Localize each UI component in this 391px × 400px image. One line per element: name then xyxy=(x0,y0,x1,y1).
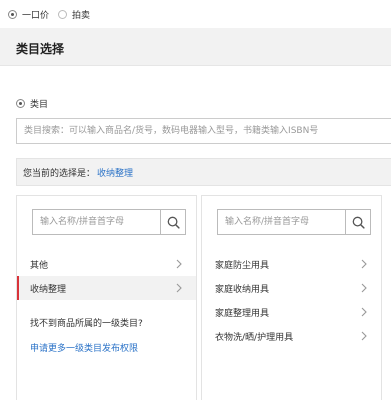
chevron-right-icon xyxy=(361,259,367,269)
fixed-price-option[interactable]: 一口价 xyxy=(8,8,49,21)
chevron-right-icon xyxy=(361,307,367,317)
magnifier-icon xyxy=(167,216,180,229)
page-title: 类目选择 xyxy=(16,42,65,56)
magnifier-icon xyxy=(352,216,365,229)
current-selection-prefix: 您当前的选择是： xyxy=(23,168,96,179)
category-mode-option[interactable]: 类目 xyxy=(16,97,48,110)
level1-search-button[interactable] xyxy=(160,210,185,234)
sale-type-radio-group: 一口价 拍卖 xyxy=(8,8,99,21)
level1-item-storage[interactable]: 收纳整理 xyxy=(17,276,196,300)
category-search-box xyxy=(16,118,391,144)
category-search-input[interactable] xyxy=(17,119,391,143)
list-item-label: 衣物洗/晒/护理用具 xyxy=(215,332,294,343)
level2-search-button[interactable] xyxy=(345,210,370,234)
chevron-right-icon xyxy=(176,283,182,293)
list-item-label: 家庭收纳用具 xyxy=(215,284,270,295)
category-mode-radio[interactable] xyxy=(16,99,25,108)
chevron-right-icon xyxy=(176,259,182,269)
auction-option[interactable]: 拍卖 xyxy=(58,8,90,21)
level1-category-list: 其他 收纳整理 xyxy=(17,252,196,300)
level2-search-box xyxy=(217,209,371,235)
level1-search-box xyxy=(32,209,186,235)
level2-search-input[interactable] xyxy=(218,210,345,234)
current-selection-value[interactable]: 收纳整理 xyxy=(97,166,133,179)
category-mode-label: 类目 xyxy=(30,100,49,110)
list-item-label: 家庭整理用具 xyxy=(215,308,270,319)
list-item-label: 家庭防尘用具 xyxy=(215,260,270,271)
level2-item-dustproof[interactable]: 家庭防尘用具 xyxy=(202,252,381,276)
fixed-price-radio[interactable] xyxy=(8,9,17,19)
level2-item-organizing-tools[interactable]: 家庭整理用具 xyxy=(202,300,381,324)
level2-item-storage-tools[interactable]: 家庭收纳用具 xyxy=(202,276,381,300)
apply-permission-link[interactable]: 申请更多一级类目发布权限 xyxy=(30,341,138,354)
list-item-label: 收纳整理 xyxy=(30,284,67,295)
auction-radio[interactable] xyxy=(58,9,68,19)
list-item-label: 其他 xyxy=(30,260,49,271)
level2-item-laundry-tools[interactable]: 衣物洗/晒/护理用具 xyxy=(202,324,381,348)
category-not-found-text: 找不到商品所属的一级类目? xyxy=(30,319,143,329)
level1-item-other[interactable]: 其他 xyxy=(17,252,196,276)
level2-category-list: 家庭防尘用具 家庭收纳用具 家庭整理用具 衣物洗/晒/护理用具 xyxy=(202,252,381,348)
chevron-right-icon xyxy=(361,331,367,341)
auction-label: 拍卖 xyxy=(72,10,91,21)
fixed-price-label: 一口价 xyxy=(22,10,50,21)
current-selection-bar: 您当前的选择是： 收纳整理 xyxy=(16,158,391,186)
level1-category-panel: 其他 收纳整理 找不到商品所属的一级类目? 申请更多一级类目发布权限 xyxy=(16,195,197,400)
level1-search-input[interactable] xyxy=(33,210,160,234)
chevron-right-icon xyxy=(361,283,367,293)
level2-category-panel: 家庭防尘用具 家庭收纳用具 家庭整理用具 衣物洗/晒/护理用具 xyxy=(201,195,382,400)
section-header: 类目选择 xyxy=(0,28,391,66)
